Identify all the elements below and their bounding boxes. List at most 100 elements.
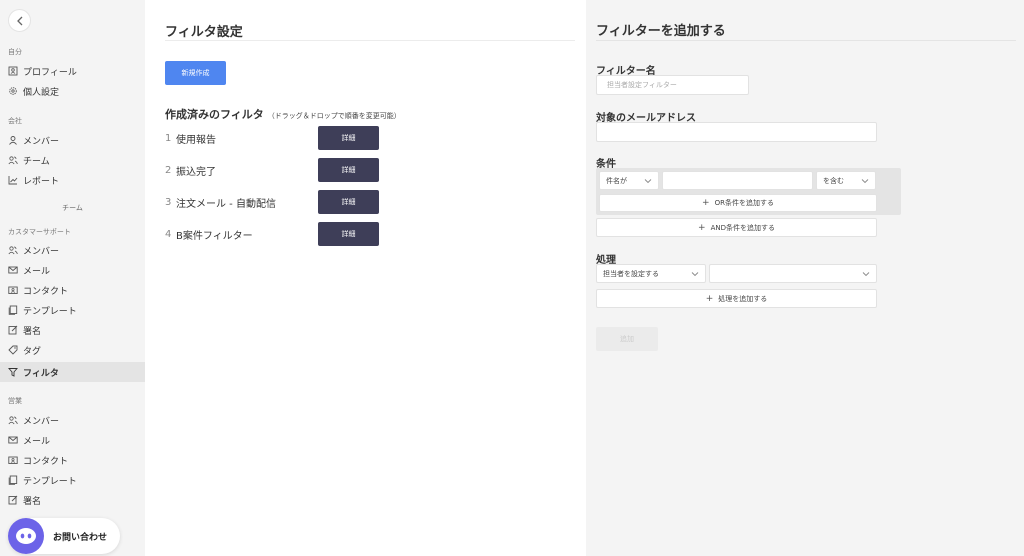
plus-icon: +	[698, 222, 706, 233]
detail-button[interactable]: 詳細	[318, 126, 379, 150]
chat-widget-button[interactable]: お問い合わせ	[8, 518, 120, 554]
add-and-condition-button[interactable]: + AND条件を追加する	[596, 218, 877, 237]
team-icon	[8, 155, 18, 165]
chevron-down-icon	[862, 271, 870, 276]
gear-icon	[8, 86, 18, 96]
section-label-self: 自分	[8, 48, 22, 56]
tag-icon	[8, 345, 18, 355]
back-button[interactable]	[8, 9, 31, 32]
filter-name: 注文メール - 自動配信	[176, 198, 276, 210]
action-type-select[interactable]: 担当者を設定する	[596, 264, 706, 283]
email-input[interactable]	[596, 122, 877, 142]
filter-number: 3	[165, 196, 172, 208]
condition-operator-value: を含む	[823, 176, 844, 185]
sidebar-item-company-members[interactable]: メンバー	[0, 130, 145, 150]
detail-button[interactable]: 詳細	[318, 190, 379, 214]
sidebar-item-label: メンバー	[23, 246, 60, 257]
add-action-label: 処理を追加する	[718, 294, 768, 303]
sidebar-item-label: メール	[23, 266, 51, 277]
sidebar-item-support-mail[interactable]: メール	[0, 260, 145, 280]
sidebar-item-support-contact[interactable]: コンタクト	[0, 280, 145, 300]
sidebar-item-label: 署名	[23, 496, 42, 507]
filter-name-input[interactable]: 担当者設定フィルター	[596, 75, 749, 95]
sidebar-item-sales-members[interactable]: メンバー	[0, 410, 145, 430]
sidebar-item-sales-mail[interactable]: メール	[0, 430, 145, 450]
filter-row[interactable]: 4 B案件フィルター 詳細	[165, 222, 380, 246]
team-icon	[8, 245, 18, 255]
template-icon	[8, 305, 18, 315]
chevron-down-icon	[691, 271, 699, 276]
chat-label: お問い合わせ	[53, 532, 108, 543]
chevron-left-icon	[16, 16, 22, 25]
filter-number: 1	[165, 132, 172, 144]
sidebar-item-support-template[interactable]: テンプレート	[0, 300, 145, 320]
filter-icon	[8, 367, 18, 377]
section-label-team: チーム	[62, 204, 83, 212]
filter-name: 振込完了	[176, 166, 216, 178]
sidebar-item-sales-signature[interactable]: 署名	[0, 490, 145, 510]
sidebar-item-label: メンバー	[23, 136, 60, 147]
detail-button[interactable]: 詳細	[318, 158, 379, 182]
condition-value-input[interactable]	[662, 171, 813, 190]
filter-list-heading: 作成済みのフィルタ （ドラッグ＆ドロップで順番を変更可能）	[165, 106, 401, 122]
contact-card-icon	[8, 285, 18, 295]
page-title: フィルタ設定	[165, 25, 243, 40]
chart-icon	[8, 175, 18, 185]
sidebar-item-support-tag[interactable]: タグ	[0, 340, 145, 360]
action-target-select[interactable]	[709, 264, 877, 283]
sidebar-item-label: 個人設定	[23, 87, 60, 98]
sidebar-item-support-signature[interactable]: 署名	[0, 320, 145, 340]
chevron-down-icon	[861, 178, 869, 183]
sidebar-item-label: 署名	[23, 326, 42, 337]
filter-row[interactable]: 1 使用報告 詳細	[165, 126, 380, 150]
chat-bot-icon	[8, 518, 44, 554]
mail-icon	[8, 265, 18, 275]
sidebar-item-label: フィルタ	[23, 368, 59, 379]
add-filter-panel: フィルターを追加する フィルター名 担当者設定フィルター 対象のメールアドレス …	[586, 0, 1024, 556]
mail-icon	[8, 435, 18, 445]
detail-button[interactable]: 詳細	[318, 222, 379, 246]
sidebar-item-label: コンタクト	[23, 286, 69, 297]
sidebar-item-label: コンタクト	[23, 456, 69, 467]
sidebar-item-label: メンバー	[23, 416, 60, 427]
sidebar-item-company-report[interactable]: レポート	[0, 170, 145, 190]
action-type-value: 担当者を設定する	[603, 269, 659, 278]
condition-operator-select[interactable]: を含む	[816, 171, 876, 190]
sidebar-item-sales-contact[interactable]: コンタクト	[0, 450, 145, 470]
sidebar-item-sales-template[interactable]: テンプレート	[0, 470, 145, 490]
filter-number: 4	[165, 228, 172, 240]
section-label-company: 会社	[8, 117, 22, 125]
add-action-button[interactable]: + 処理を追加する	[596, 289, 877, 308]
sidebar-item-label: レポート	[23, 176, 60, 187]
panel-title: フィルターを追加する	[596, 24, 726, 39]
sidebar-item-label: タグ	[23, 346, 42, 357]
section-label-support: カスタマーサポート	[8, 228, 71, 236]
condition-field-select[interactable]: 件名が	[599, 171, 659, 190]
sidebar-item-label: テンプレート	[23, 306, 77, 317]
user-icon	[8, 135, 18, 145]
submit-button[interactable]: 追加	[596, 327, 658, 351]
filter-row[interactable]: 3 注文メール - 自動配信 詳細	[165, 190, 380, 214]
sidebar-item-profile[interactable]: プロフィール	[0, 61, 145, 81]
add-and-condition-label: AND条件を追加する	[710, 223, 775, 232]
template-icon	[8, 475, 18, 485]
sidebar-item-company-team[interactable]: チーム	[0, 150, 145, 170]
sidebar-item-label: テンプレート	[23, 476, 77, 487]
divider	[165, 40, 575, 41]
team-icon	[8, 415, 18, 425]
contact-card-icon	[8, 455, 18, 465]
sidebar-item-support-members[interactable]: メンバー	[0, 240, 145, 260]
condition-field-value: 件名が	[606, 176, 627, 185]
filter-list-panel: フィルタ設定 新規作成 作成済みのフィルタ （ドラッグ＆ドロップで順番を変更可能）…	[145, 0, 586, 556]
filter-list-title: 作成済みのフィルタ	[165, 108, 264, 121]
new-filter-button[interactable]: 新規作成	[165, 61, 226, 85]
edit-icon	[8, 495, 18, 505]
filter-list-note: （ドラッグ＆ドロップで順番を変更可能）	[267, 112, 401, 120]
filter-row[interactable]: 2 振込完了 詳細	[165, 158, 380, 182]
section-label-sales: 営業	[8, 397, 22, 405]
add-or-condition-label: OR条件を追加する	[714, 199, 774, 207]
add-or-condition-button[interactable]: + OR条件を追加する	[599, 194, 877, 212]
edit-icon	[8, 325, 18, 335]
sidebar-item-support-filter[interactable]: フィルタ	[0, 362, 145, 382]
sidebar-item-personal-settings[interactable]: 個人設定	[0, 81, 145, 101]
